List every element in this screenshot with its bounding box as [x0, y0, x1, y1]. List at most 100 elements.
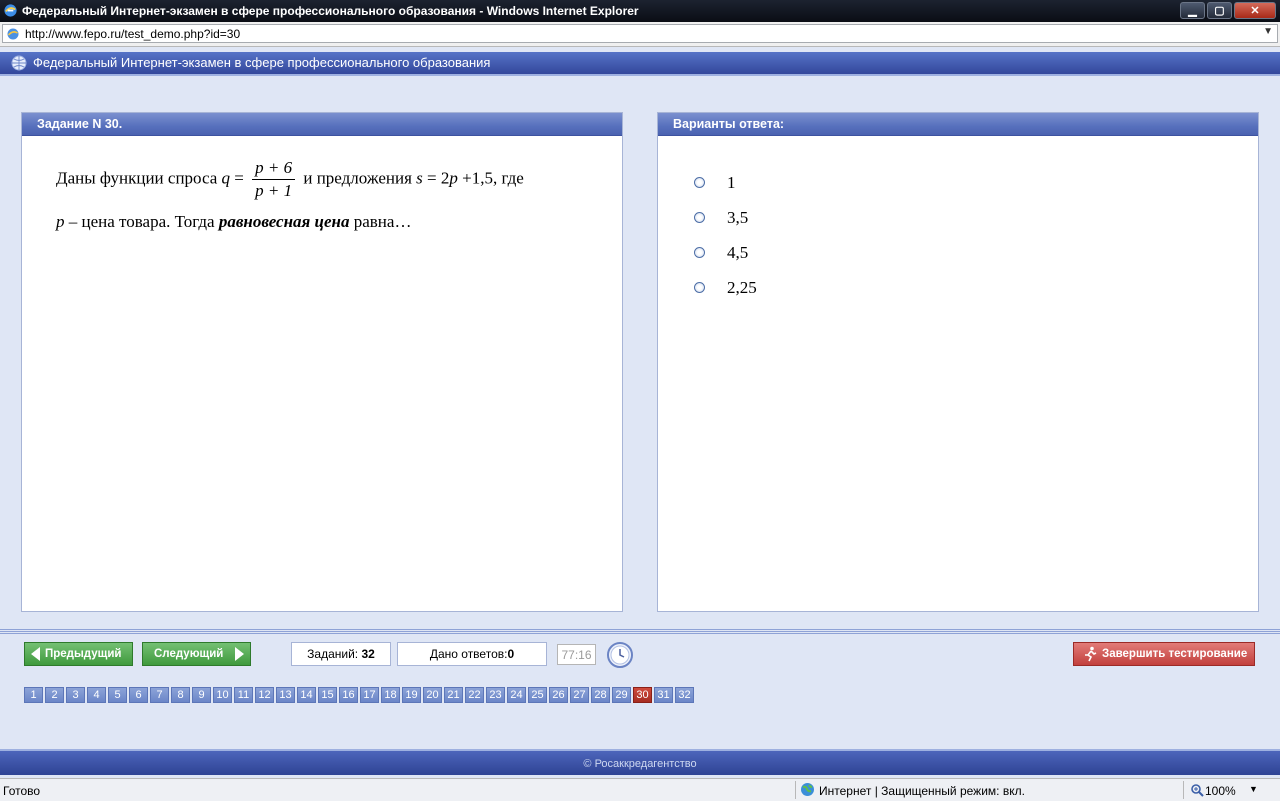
page-button-24[interactable]: 24	[507, 687, 526, 703]
question-text: Даны функции спроса q = p + 6 p + 1 и пр…	[56, 157, 596, 242]
question-part: Даны функции спроса	[56, 168, 218, 188]
divider	[795, 781, 796, 799]
page-button-25[interactable]: 25	[528, 687, 547, 703]
page-button-18[interactable]: 18	[381, 687, 400, 703]
window-controls: ▁ ▢ ✕	[1180, 2, 1276, 19]
page-button-6[interactable]: 6	[129, 687, 148, 703]
page-button-16[interactable]: 16	[339, 687, 358, 703]
answer-option[interactable]: 4,5	[694, 235, 757, 270]
tasks-count: 32	[361, 647, 375, 661]
zoom-icon[interactable]	[1190, 783, 1204, 797]
answer-label: 3,5	[727, 207, 749, 227]
address-bar: http://www.fepo.ru/test_demo.php?id=30 ▼	[0, 22, 1280, 47]
chevron-down-icon[interactable]: ▼	[1263, 26, 1273, 37]
page-button-21[interactable]: 21	[444, 687, 463, 703]
page-button-17[interactable]: 17	[360, 687, 379, 703]
fraction-numerator: p + 6	[252, 157, 296, 180]
page-button-28[interactable]: 28	[591, 687, 610, 703]
answer-option[interactable]: 3,5	[694, 200, 757, 235]
answer-label: 1	[727, 172, 736, 192]
page-button-30[interactable]: 30	[633, 687, 652, 703]
answer-options: 1 3,5 4,5 2,25	[694, 165, 757, 305]
answer-radio[interactable]	[694, 247, 705, 258]
page-button-8[interactable]: 8	[171, 687, 190, 703]
answer-label: 4,5	[727, 242, 749, 262]
security-zone[interactable]: Интернет | Защищенный режим: вкл.	[819, 784, 1025, 798]
task-pager: 1 2 3 4 5 6 7 8 9 10 11 12 13 14 15 16 17 18 19 20 21 22 23 24 2…	[24, 687, 694, 703]
minimize-button[interactable]: ▁	[1180, 2, 1205, 19]
timer-field: 77:16	[557, 644, 596, 665]
page-button-11[interactable]: 11	[234, 687, 253, 703]
page-button-2[interactable]: 2	[45, 687, 64, 703]
next-button[interactable]: Следующий	[142, 642, 251, 666]
answer-radio[interactable]	[694, 177, 705, 188]
site-header: Федеральный Интернет-экзамен в сфере про…	[0, 52, 1280, 76]
url-text: http://www.fepo.ru/test_demo.php?id=30	[25, 27, 241, 41]
question-part: и предложения	[303, 168, 412, 188]
question-part: , где	[492, 168, 524, 188]
answered-count: 0	[507, 647, 515, 661]
answer-option[interactable]: 2,25	[694, 270, 757, 305]
page-button-32[interactable]: 32	[675, 687, 694, 703]
previous-button[interactable]: Предыдущий	[24, 642, 133, 666]
question-part: – цена товара. Тогда	[68, 212, 215, 231]
page-button-1[interactable]: 1	[24, 687, 43, 703]
question-part: равна…	[353, 212, 412, 231]
status-bar: Готово Интернет | Защищенный режим: вкл.…	[0, 778, 1280, 801]
formula-part: = 2	[427, 168, 450, 188]
answer-radio[interactable]	[694, 282, 705, 293]
site-footer: © Росаккредагентство	[0, 749, 1280, 775]
task-header: Задание N 30.	[22, 113, 622, 136]
address-input[interactable]: http://www.fepo.ru/test_demo.php?id=30 ▼	[2, 24, 1278, 43]
page-button-29[interactable]: 29	[612, 687, 631, 703]
finish-test-button[interactable]: Завершить тестирование	[1073, 642, 1255, 666]
page-button-31[interactable]: 31	[654, 687, 673, 703]
page-button-19[interactable]: 19	[402, 687, 421, 703]
tasks-count-box: Заданий: 32	[291, 642, 391, 666]
page-button-9[interactable]: 9	[192, 687, 211, 703]
clock-icon	[607, 642, 633, 668]
page-button-27[interactable]: 27	[570, 687, 589, 703]
formula-var: s	[416, 168, 423, 188]
page-button-26[interactable]: 26	[549, 687, 568, 703]
answer-label: 2,25	[727, 277, 757, 297]
page-button-3[interactable]: 3	[66, 687, 85, 703]
page-button-22[interactable]: 22	[465, 687, 484, 703]
page-button-5[interactable]: 5	[108, 687, 127, 703]
answers-header: Варианты ответа:	[658, 113, 1258, 136]
answers-panel: Варианты ответа: 1 3,5 4,5 2,25	[657, 112, 1259, 612]
finish-label: Завершить тестирование	[1102, 648, 1248, 660]
page-icon	[7, 28, 19, 40]
globe-icon	[801, 783, 814, 796]
previous-label: Предыдущий	[45, 648, 122, 660]
formula-var: p	[449, 168, 458, 188]
page-button-15[interactable]: 15	[318, 687, 337, 703]
arrow-right-icon	[235, 647, 244, 661]
page-button-13[interactable]: 13	[276, 687, 295, 703]
globe-logo-icon	[11, 55, 27, 71]
page-button-10[interactable]: 10	[213, 687, 232, 703]
fraction-denominator: p + 1	[255, 181, 293, 200]
demand-fraction: p + 6 p + 1	[252, 157, 296, 202]
next-label: Следующий	[154, 648, 224, 660]
question-emphasis: равновесная цена	[218, 212, 350, 231]
page-button-20[interactable]: 20	[423, 687, 442, 703]
chevron-down-icon[interactable]: ▼	[1249, 784, 1258, 794]
site-title: Федеральный Интернет-экзамен в сфере про…	[33, 55, 491, 70]
page-button-12[interactable]: 12	[255, 687, 274, 703]
page-button-4[interactable]: 4	[87, 687, 106, 703]
zoom-level[interactable]: 100%	[1205, 784, 1236, 798]
close-button[interactable]: ✕	[1234, 2, 1276, 19]
task-panel: Задание N 30. Даны функции спроса q = p …	[21, 112, 623, 612]
divider	[1183, 781, 1184, 799]
answered-label: Дано ответов:	[429, 647, 508, 661]
answer-option[interactable]: 1	[694, 165, 757, 200]
answer-radio[interactable]	[694, 212, 705, 223]
formula-part: +1,5	[462, 168, 493, 188]
maximize-button[interactable]: ▢	[1207, 2, 1232, 19]
page-button-14[interactable]: 14	[297, 687, 316, 703]
formula-eq: =	[234, 168, 244, 188]
page-button-7[interactable]: 7	[150, 687, 169, 703]
page-button-23[interactable]: 23	[486, 687, 505, 703]
arrow-left-icon	[31, 647, 40, 661]
